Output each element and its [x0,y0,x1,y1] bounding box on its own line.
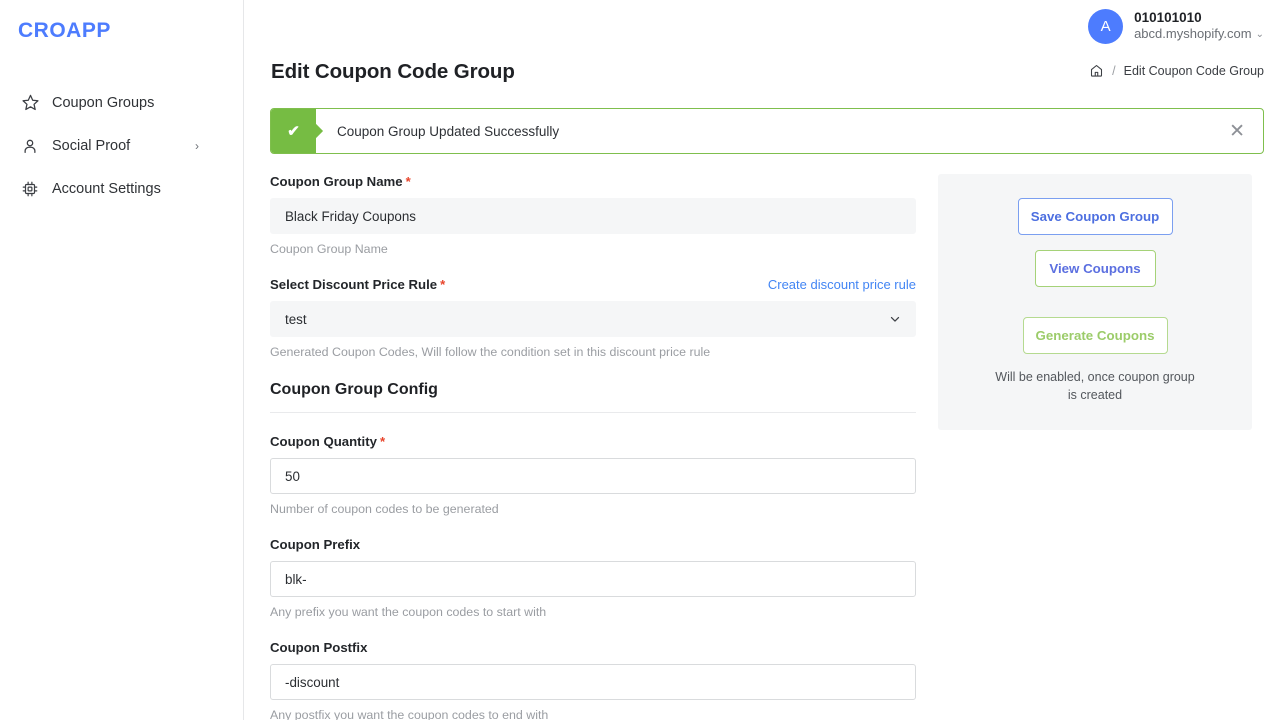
quantity-input[interactable]: 50 [270,458,916,494]
group-name-label: Coupon Group Name* [270,174,411,189]
required-marker: * [380,434,385,449]
sidebar-item-label: Social Proof [52,138,130,154]
sidebar-item-label: Coupon Groups [52,95,154,111]
chevron-right-icon[interactable]: › [195,140,227,152]
app-logo[interactable]: CROAPP [0,0,243,43]
field-quantity: Coupon Quantity* 50 Number of coupon cod… [270,434,916,516]
required-marker: * [440,277,445,292]
save-coupon-group-button[interactable]: Save Coupon Group [1018,198,1173,235]
prefix-label: Coupon Prefix [270,537,916,552]
price-rule-help: Generated Coupon Codes, Will follow the … [270,345,916,359]
main-content: A 010101010 abcd.myshopify.com ⌄ Edit Co… [244,0,1280,720]
check-glyph: ✔ [287,124,300,139]
group-name-label-row: Coupon Group Name* [270,174,916,198]
sidebar: CROAPP Coupon Groups Social Proof [0,0,244,720]
sidebar-item-account-settings[interactable]: Account Settings [0,167,243,210]
postfix-label: Coupon Postfix [270,640,916,655]
top-bar: A 010101010 abcd.myshopify.com ⌄ [244,0,1280,52]
breadcrumb: / Edit Coupon Code Group [1089,63,1264,78]
group-name-label-text: Coupon Group Name [270,174,403,189]
group-name-input[interactable]: Black Friday Coupons [270,198,916,234]
field-group-name: Coupon Group Name* Black Friday Coupons … [270,174,916,256]
price-rule-select[interactable]: test [270,301,916,337]
actions-card: Save Coupon Group View Coupons Generate … [938,174,1252,430]
field-price-rule: Select Discount Price Rule* Create disco… [270,277,916,359]
required-marker: * [406,174,411,189]
sidebar-item-coupon-groups[interactable]: Coupon Groups [0,81,243,124]
breadcrumb-separator: / [1112,64,1115,78]
create-discount-price-rule-link[interactable]: Create discount price rule [768,277,916,292]
close-icon[interactable]: ✕ [1211,109,1263,153]
actions-panel: Save Coupon Group View Coupons Generate … [938,174,1252,430]
account-details: 010101010 abcd.myshopify.com ⌄ [1134,9,1264,43]
price-rule-label-row: Select Discount Price Rule* Create disco… [270,277,916,301]
prefix-help: Any prefix you want the coupon codes to … [270,605,916,619]
price-rule-label: Select Discount Price Rule* [270,277,445,292]
check-icon: ✔ [271,109,316,153]
account-store: abcd.myshopify.com ⌄ [1134,26,1264,43]
app-root: CROAPP Coupon Groups Social Proof [0,0,1280,720]
content-area: Coupon Group Name* Black Friday Coupons … [244,154,1280,720]
user-icon [19,135,41,157]
breadcrumb-current: Edit Coupon Code Group [1124,64,1264,78]
price-rule-label-text: Select Discount Price Rule [270,277,437,292]
star-icon [19,92,41,114]
price-rule-select-wrap: test [270,301,916,337]
chip-icon [19,178,41,200]
avatar: A [1088,9,1123,44]
coupon-form: Coupon Group Name* Black Friday Coupons … [270,174,916,720]
prefix-input[interactable]: blk- [270,561,916,597]
page-header: Edit Coupon Code Group / Edit Coupon Cod… [244,52,1280,84]
page-title: Edit Coupon Code Group [271,60,515,84]
quantity-label-text: Coupon Quantity [270,434,377,449]
field-postfix: Coupon Postfix -discount Any postfix you… [270,640,916,720]
view-coupons-button[interactable]: View Coupons [1035,250,1156,287]
postfix-help: Any postfix you want the coupon codes to… [270,708,916,720]
success-alert: ✔ Coupon Group Updated Successfully ✕ [270,108,1264,154]
quantity-label: Coupon Quantity* [270,434,916,449]
generate-coupons-button[interactable]: Generate Coupons [1023,317,1168,354]
postfix-input[interactable]: -discount [270,664,916,700]
home-icon[interactable] [1089,63,1104,78]
group-name-help: Coupon Group Name [270,242,916,256]
sidebar-item-social-proof[interactable]: Social Proof › [0,124,243,167]
account-name: 010101010 [1134,9,1264,27]
sidebar-nav: Coupon Groups Social Proof › [0,81,243,210]
account-store-label: abcd.myshopify.com [1134,26,1252,43]
generate-coupons-note: Will be enabled, once coupon group is cr… [995,368,1195,404]
quantity-help: Number of coupon codes to be generated [270,502,916,516]
account-menu[interactable]: A 010101010 abcd.myshopify.com ⌄ [1088,9,1264,44]
field-prefix: Coupon Prefix blk- Any prefix you want t… [270,537,916,619]
sidebar-item-label: Account Settings [52,181,161,197]
alert-message: Coupon Group Updated Successfully [316,109,559,153]
chevron-down-icon[interactable]: ⌄ [1256,28,1264,41]
config-section-heading: Coupon Group Config [270,381,916,413]
